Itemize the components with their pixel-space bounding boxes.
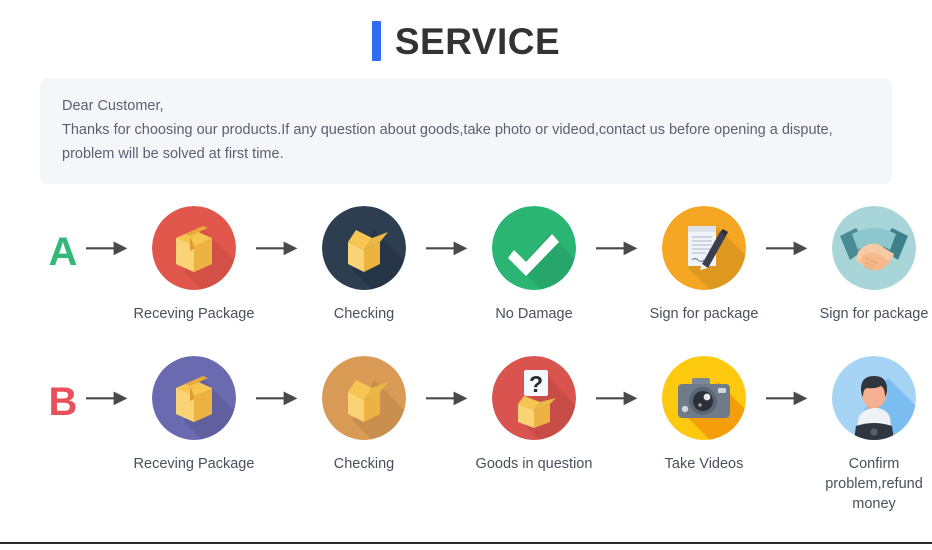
arrow-right-icon — [766, 206, 812, 290]
open-box-icon — [322, 356, 406, 440]
bottom-divider — [0, 542, 932, 544]
flow-step-label: Receving Package — [133, 306, 255, 322]
flow-letter-a: A — [48, 230, 78, 274]
flow-step-label: No Damage — [495, 306, 573, 322]
arrow-right-icon — [256, 206, 302, 290]
flow-step: Sign for package — [642, 206, 766, 324]
arrow-right-icon — [426, 356, 472, 440]
flow-letter-b: B — [48, 380, 78, 424]
arrow-right-icon — [86, 206, 132, 290]
person-avatar-icon — [832, 356, 916, 440]
notice-line: problem will be solved at first time. — [62, 146, 284, 162]
arrow-right-icon — [426, 206, 472, 290]
arrow-right-icon — [596, 206, 642, 290]
flow-step-label: Checking — [333, 456, 395, 472]
flow-step: Confirm problem,refund money — [812, 356, 932, 514]
closed-box-icon — [152, 356, 236, 440]
flow-row-a: A Receving Package Checking No Damage Si… — [40, 206, 928, 356]
flow-step: Checking — [302, 206, 426, 324]
service-infographic: SERVICE Dear Customer, Thanks for choosi… — [0, 0, 932, 550]
document-pen-icon — [662, 206, 746, 290]
flow-step: Receving Package — [132, 206, 256, 324]
flow-step-label: Sign for package — [649, 306, 759, 322]
flow-step-label: Goods in question — [475, 456, 593, 472]
arrow-right-icon — [596, 356, 642, 440]
arrow-right-icon — [256, 356, 302, 440]
camera-icon — [662, 356, 746, 440]
notice-line: Dear Customer, — [62, 98, 164, 114]
flow-step-label: Sign for package — [819, 306, 929, 322]
closed-box-icon — [152, 206, 236, 290]
title-accent-bar — [371, 21, 381, 61]
page-title: SERVICE — [0, 0, 932, 62]
flow-step: Checking — [302, 356, 426, 474]
check-mark-icon — [492, 206, 576, 290]
flow-step-label: Confirm problem,refund money — [825, 456, 923, 512]
flow-step-label: Receving Package — [133, 456, 255, 472]
svg-text:?: ? — [529, 371, 543, 397]
title-text: SERVICE — [394, 20, 561, 62]
customer-notice: Dear Customer, Thanks for choosing our p… — [40, 78, 892, 184]
flow-step: Take Videos — [642, 356, 766, 474]
process-flows: A Receving Package Checking No Damage Si… — [0, 206, 932, 512]
flow-step: Receving Package — [132, 356, 256, 474]
arrow-right-icon — [86, 356, 132, 440]
flow-step: No Damage — [472, 206, 596, 324]
notice-line: Thanks for choosing our products.If any … — [62, 122, 833, 138]
handshake-icon — [832, 206, 916, 290]
arrow-right-icon — [766, 356, 812, 440]
question-box-icon: ? — [492, 356, 576, 440]
open-box-icon — [322, 206, 406, 290]
flow-step: Sign for package — [812, 206, 932, 324]
flow-step-label: Checking — [333, 306, 395, 322]
flow-step-label: Take Videos — [664, 456, 744, 472]
flow-step: ? Goods in question — [472, 356, 596, 474]
flow-row-b: B Receving Package Checking ? Goods in q… — [40, 356, 923, 512]
